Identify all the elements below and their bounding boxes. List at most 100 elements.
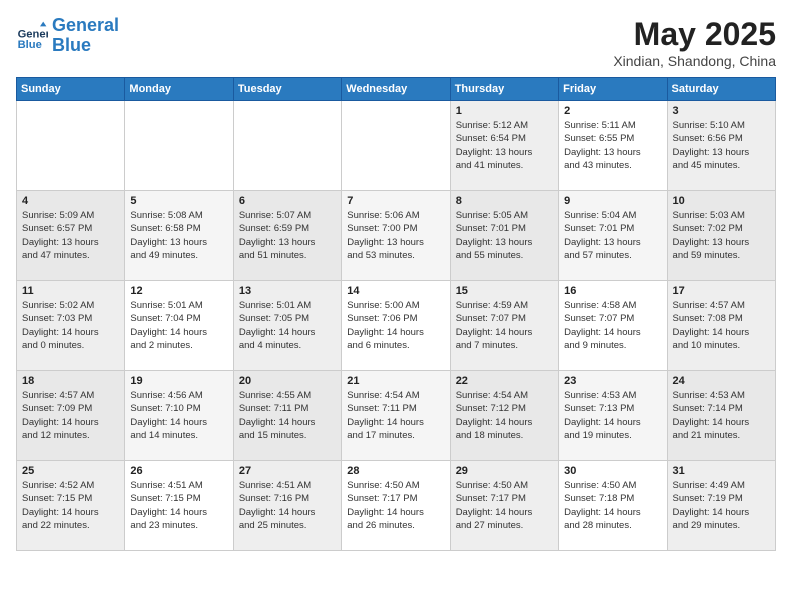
day-info: Sunrise: 4:52 AM Sunset: 7:15 PM Dayligh… xyxy=(22,479,119,532)
weekday-header-friday: Friday xyxy=(559,78,667,101)
day-info: Sunrise: 5:00 AM Sunset: 7:06 PM Dayligh… xyxy=(347,299,444,352)
calendar-day-22: 22Sunrise: 4:54 AM Sunset: 7:12 PM Dayli… xyxy=(450,371,558,461)
calendar-header: SundayMondayTuesdayWednesdayThursdayFrid… xyxy=(17,78,776,101)
day-info: Sunrise: 5:02 AM Sunset: 7:03 PM Dayligh… xyxy=(22,299,119,352)
day-number: 20 xyxy=(239,375,336,387)
calendar-table: SundayMondayTuesdayWednesdayThursdayFrid… xyxy=(16,77,776,551)
day-number: 27 xyxy=(239,465,336,477)
calendar-day-24: 24 Sunrise: 4:53 AM Sunset: 7:14 PM Dayli… xyxy=(667,371,775,461)
day-number: 14 xyxy=(347,285,444,297)
weekday-row: SundayMondayTuesdayWednesdayThursdayFrid… xyxy=(17,78,776,101)
day-info: Sunrise: 4:58 AM Sunset: 7:07 PM Dayligh… xyxy=(564,299,661,352)
calendar-week-3: 11 Sunrise: 5:02 AM Sunset: 7:03 PM Dayli… xyxy=(17,281,776,371)
day-info: Sunrise: 5:08 AM Sunset: 6:58 PM Dayligh… xyxy=(130,209,227,262)
weekday-header-saturday: Saturday xyxy=(667,78,775,101)
day-number: 11 xyxy=(22,285,119,297)
day-number: 12 xyxy=(130,285,227,297)
calendar-day-9: 9 Sunrise: 5:04 AM Sunset: 7:01 PM Daylig… xyxy=(559,191,667,281)
day-number: 25 xyxy=(22,465,119,477)
calendar-week-5: 25 Sunrise: 4:52 AM Sunset: 7:15 PM Dayli… xyxy=(17,461,776,551)
calendar-day-14: 14 Sunrise: 5:00 AM Sunset: 7:06 PM Dayli… xyxy=(342,281,450,371)
calendar-day-6: 6 Sunrise: 5:07 AM Sunset: 6:59 PM Daylig… xyxy=(233,191,341,281)
calendar-day-15: 15 Sunrise: 4:59 AM Sunset: 7:07 PM Dayli… xyxy=(450,281,558,371)
calendar-day-28: 28 Sunrise: 4:50 AM Sunset: 7:17 PM Dayli… xyxy=(342,461,450,551)
month-title: May 2025 xyxy=(613,16,776,53)
weekday-header-sunday: Sunday xyxy=(17,78,125,101)
day-number: 10 xyxy=(673,195,770,207)
day-number: 28 xyxy=(347,465,444,477)
day-number: 16 xyxy=(564,285,661,297)
day-info: Sunrise: 4:49 AM Sunset: 7:19 PM Dayligh… xyxy=(673,479,770,532)
calendar-day-5: 5 Sunrise: 5:08 AM Sunset: 6:58 PM Daylig… xyxy=(125,191,233,281)
day-number: 18 xyxy=(22,375,119,387)
day-number: 9 xyxy=(564,195,661,207)
day-info: Sunrise: 5:05 AM Sunset: 7:01 PM Dayligh… xyxy=(456,209,553,262)
day-info: Sunrise: 4:57 AM Sunset: 7:09 PM Dayligh… xyxy=(22,389,119,442)
day-number: 1 xyxy=(456,105,553,117)
day-number: 22 xyxy=(456,375,553,387)
day-info: Sunrise: 4:50 AM Sunset: 7:17 PM Dayligh… xyxy=(456,479,553,532)
calendar-week-1: 1 Sunrise: 5:12 AM Sunset: 6:54 PM Daylig… xyxy=(17,101,776,191)
calendar-day-23: 23 Sunrise: 4:53 AM Sunset: 7:13 PM Dayli… xyxy=(559,371,667,461)
page-header: General Blue GeneralBlue May 2025 Xindia… xyxy=(16,16,776,69)
calendar-day-11: 11 Sunrise: 5:02 AM Sunset: 7:03 PM Dayli… xyxy=(17,281,125,371)
day-info: Sunrise: 4:59 AM Sunset: 7:07 PM Dayligh… xyxy=(456,299,553,352)
day-info: Sunrise: 4:53 AM Sunset: 7:14 PM Dayligh… xyxy=(673,389,770,442)
calendar-day-27: 27 Sunrise: 4:51 AM Sunset: 7:16 PM Dayli… xyxy=(233,461,341,551)
day-number: 21 xyxy=(347,375,444,387)
day-info: Sunrise: 5:09 AM Sunset: 6:57 PM Dayligh… xyxy=(22,209,119,262)
empty-cell xyxy=(233,101,341,191)
day-number: 6 xyxy=(239,195,336,207)
day-info: Sunrise: 5:10 AM Sunset: 6:56 PM Dayligh… xyxy=(673,119,770,172)
day-number: 3 xyxy=(673,105,770,117)
weekday-header-monday: Monday xyxy=(125,78,233,101)
day-info: Sunrise: 4:50 AM Sunset: 7:18 PM Dayligh… xyxy=(564,479,661,532)
calendar-body: 1 Sunrise: 5:12 AM Sunset: 6:54 PM Daylig… xyxy=(17,101,776,551)
day-number: 2 xyxy=(564,105,661,117)
day-number: 17 xyxy=(673,285,770,297)
day-number: 30 xyxy=(564,465,661,477)
day-number: 13 xyxy=(239,285,336,297)
day-number: 24 xyxy=(673,375,770,387)
calendar-day-21: 21 Sunrise: 4:54 AM Sunset: 7:11 PM Dayli… xyxy=(342,371,450,461)
empty-cell xyxy=(17,101,125,191)
day-info: Sunrise: 4:53 AM Sunset: 7:13 PM Dayligh… xyxy=(564,389,661,442)
title-block: May 2025 Xindian, Shandong, China xyxy=(613,16,776,69)
calendar-day-10: 10 Sunrise: 5:03 AM Sunset: 7:02 PM Dayli… xyxy=(667,191,775,281)
calendar-day-16: 16 Sunrise: 4:58 AM Sunset: 7:07 PM Dayli… xyxy=(559,281,667,371)
calendar-day-18: 18 Sunrise: 4:57 AM Sunset: 7:09 PM Dayli… xyxy=(17,371,125,461)
calendar-day-8: 8Sunrise: 5:05 AM Sunset: 7:01 PM Daylig… xyxy=(450,191,558,281)
day-info: Sunrise: 4:56 AM Sunset: 7:10 PM Dayligh… xyxy=(130,389,227,442)
day-info: Sunrise: 4:51 AM Sunset: 7:15 PM Dayligh… xyxy=(130,479,227,532)
day-info: Sunrise: 5:07 AM Sunset: 6:59 PM Dayligh… xyxy=(239,209,336,262)
calendar-day-12: 12 Sunrise: 5:01 AM Sunset: 7:04 PM Dayli… xyxy=(125,281,233,371)
calendar-week-4: 18 Sunrise: 4:57 AM Sunset: 7:09 PM Dayli… xyxy=(17,371,776,461)
calendar-day-3: 3 Sunrise: 5:10 AM Sunset: 6:56 PM Daylig… xyxy=(667,101,775,191)
day-number: 5 xyxy=(130,195,227,207)
day-number: 7 xyxy=(347,195,444,207)
day-number: 19 xyxy=(130,375,227,387)
day-info: Sunrise: 4:55 AM Sunset: 7:11 PM Dayligh… xyxy=(239,389,336,442)
calendar-day-26: 26Sunrise: 4:51 AM Sunset: 7:15 PM Dayli… xyxy=(125,461,233,551)
day-info: Sunrise: 4:50 AM Sunset: 7:17 PM Dayligh… xyxy=(347,479,444,532)
calendar-day-29: 29Sunrise: 4:50 AM Sunset: 7:17 PM Dayli… xyxy=(450,461,558,551)
calendar-day-25: 25 Sunrise: 4:52 AM Sunset: 7:15 PM Dayli… xyxy=(17,461,125,551)
calendar-day-30: 30 Sunrise: 4:50 AM Sunset: 7:18 PM Dayli… xyxy=(559,461,667,551)
day-info: Sunrise: 5:06 AM Sunset: 7:00 PM Dayligh… xyxy=(347,209,444,262)
day-info: Sunrise: 5:12 AM Sunset: 6:54 PM Dayligh… xyxy=(456,119,553,172)
day-info: Sunrise: 5:04 AM Sunset: 7:01 PM Dayligh… xyxy=(564,209,661,262)
day-info: Sunrise: 4:57 AM Sunset: 7:08 PM Dayligh… xyxy=(673,299,770,352)
day-info: Sunrise: 5:01 AM Sunset: 7:04 PM Dayligh… xyxy=(130,299,227,352)
calendar-day-7: 7 Sunrise: 5:06 AM Sunset: 7:00 PM Daylig… xyxy=(342,191,450,281)
calendar-day-17: 17 Sunrise: 4:57 AM Sunset: 7:08 PM Dayli… xyxy=(667,281,775,371)
location: Xindian, Shandong, China xyxy=(613,53,776,69)
day-info: Sunrise: 4:51 AM Sunset: 7:16 PM Dayligh… xyxy=(239,479,336,532)
calendar-day-13: 13Sunrise: 5:01 AM Sunset: 7:05 PM Dayli… xyxy=(233,281,341,371)
day-number: 4 xyxy=(22,195,119,207)
empty-cell xyxy=(342,101,450,191)
day-info: Sunrise: 4:54 AM Sunset: 7:11 PM Dayligh… xyxy=(347,389,444,442)
day-number: 15 xyxy=(456,285,553,297)
logo-icon: General Blue xyxy=(16,20,48,52)
day-info: Sunrise: 5:03 AM Sunset: 7:02 PM Dayligh… xyxy=(673,209,770,262)
day-number: 23 xyxy=(564,375,661,387)
